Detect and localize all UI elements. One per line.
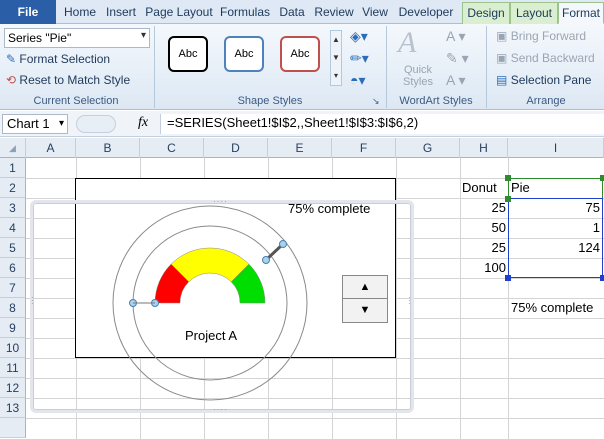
gauge-project-label: Project A [185, 328, 238, 343]
gauge-chart[interactable] [0, 0, 604, 439]
series-selection-handle[interactable] [262, 256, 270, 264]
spin-down-button[interactable]: ▼ [343, 299, 387, 322]
spin-button: ▲ ▼ [342, 275, 388, 323]
spin-up-button[interactable]: ▲ [343, 276, 387, 299]
series-selection-handle[interactable] [279, 240, 287, 248]
